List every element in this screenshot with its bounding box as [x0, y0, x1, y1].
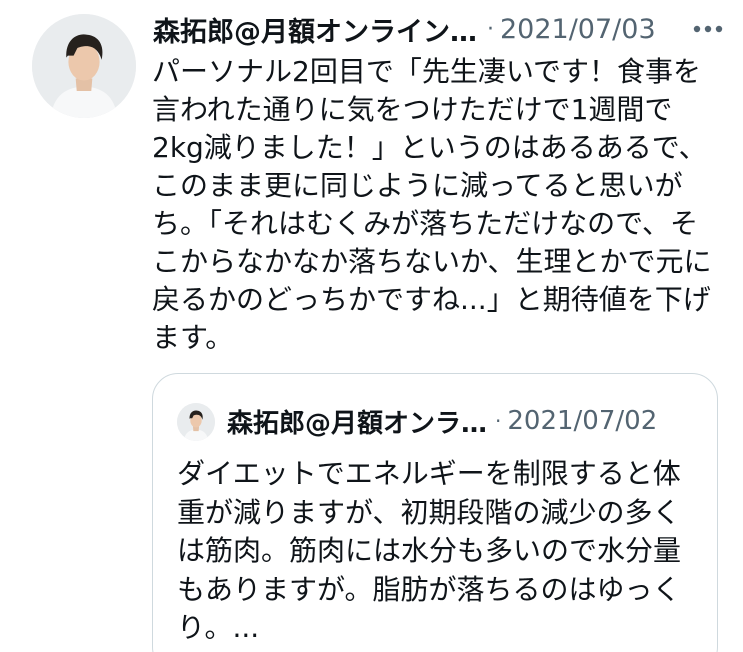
- quoted-author-name[interactable]: 森拓郎@月額オンラ…: [227, 403, 487, 440]
- tweet-text: パーソナル2回目で「先生凄いです！食事を 言われた通りに気をつけただけで1週間で…: [152, 53, 724, 357]
- more-options-button[interactable]: [690, 9, 726, 49]
- tweet-text-line: ち。「それはむくみが落ちただけなので、そ: [152, 207, 699, 240]
- author-avatar[interactable]: [32, 14, 136, 118]
- tweet-text-line: ます。: [152, 321, 234, 354]
- tweet-date[interactable]: 2021/07/03: [500, 14, 656, 45]
- quoted-tweet-header: 森拓郎@月額オンラ… · 2021/07/02: [227, 401, 713, 441]
- quoted-text-line: 重が減りますが、初期段階の減少の多く: [177, 495, 681, 529]
- quoted-text-line: もありますが。脂肪が落ちるのはゆっく: [177, 572, 681, 606]
- quoted-tweet-text: ダイエットでエネルギーを制限すると体 重が減りますが、初期段階の減少の多く は筋…: [177, 455, 709, 648]
- tweet-text-line: 言われた通りに気をつけただけで1週間で: [152, 93, 673, 126]
- separator-dot: ·: [487, 16, 494, 42]
- tweet-text-line: 戻るかのどっちかですね...」と期待値を下げ: [152, 283, 711, 316]
- quoted-text-line: は筋肉。筋肉には水分も多いので水分量: [177, 534, 682, 567]
- tweet-header: 森拓郎@月額オンライン… · 2021/07/03: [153, 9, 728, 49]
- quoted-tweet-date[interactable]: 2021/07/02: [507, 406, 657, 436]
- quoted-text-line: ダイエットでエネルギーを制限すると体: [177, 457, 681, 490]
- user-photo-avatar-icon: [177, 403, 215, 441]
- separator-dot: ·: [495, 409, 502, 433]
- author-name[interactable]: 森拓郎@月額オンライン…: [153, 10, 477, 49]
- tweet-text-line: 2kg減りました！」というのはあるあるで、: [152, 131, 707, 164]
- user-photo-avatar-icon: [32, 14, 136, 118]
- tweet-text-line: このまま更に同じように減ってると思いが: [152, 169, 683, 202]
- quoted-author-avatar[interactable]: [177, 403, 215, 441]
- tweet-text-line: パーソナル2回目で「先生凄いです！食事を: [152, 55, 701, 88]
- quoted-text-line: り。...: [177, 611, 260, 644]
- more-options-icon: [693, 25, 723, 33]
- tweet-text-line: こからなかなか落ちないか、生理とかで元に: [152, 245, 712, 278]
